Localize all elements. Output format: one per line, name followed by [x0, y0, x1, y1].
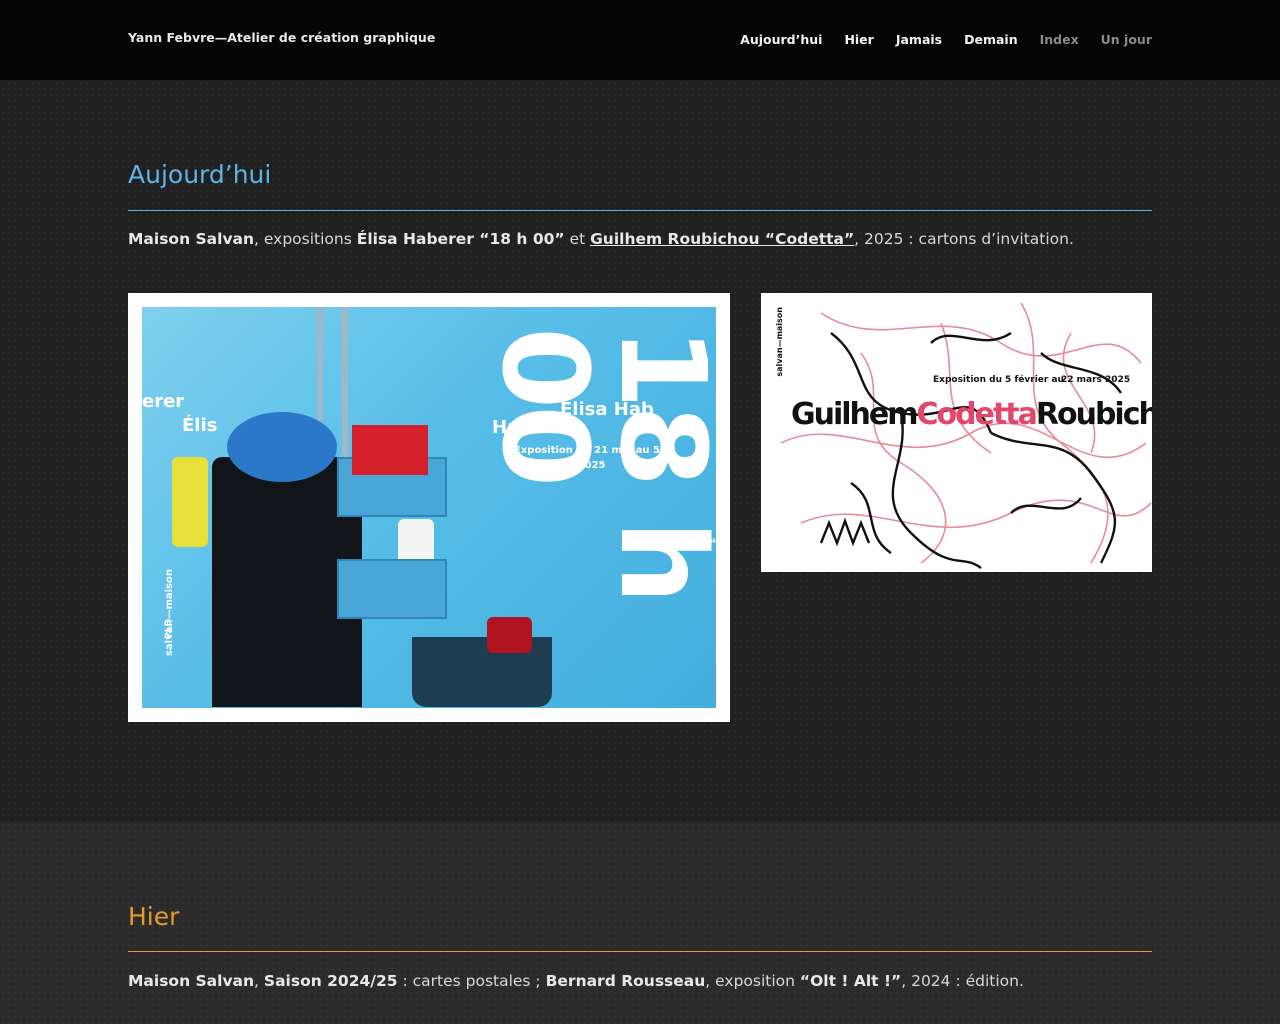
client-name: Maison Salvan [128, 972, 255, 990]
section-today: Aujourd’hui Maison Salvan, expositions É… [0, 80, 1280, 822]
nav-index[interactable]: Index [1040, 32, 1079, 47]
invitation-card-18h00[interactable]: 18 h 00 erer Élis Élisa Hab Haberer Expo… [128, 293, 730, 722]
season-title: Saison 2024/25 [263, 972, 398, 990]
card-date-line: Exposition du 21 mai au 5 [514, 445, 660, 456]
card-expo-label: Exposition du [933, 375, 1002, 385]
card-title-codetta: GuilhemCodettaRoubichou [791, 397, 1152, 432]
card-photo: 18 h 00 erer Élis Élisa Hab Haberer Expo… [142, 307, 716, 708]
desc-text: et [564, 230, 591, 248]
card-date-end: 22 mars 2025 [1061, 375, 1131, 385]
project-description-yesterday: Maison Salvan, Saison 2024/25 : cartes p… [128, 972, 1024, 990]
nav-demain[interactable]: Demain [964, 32, 1018, 47]
desc-text: : cartes postales ; [397, 972, 546, 990]
card-vertical-text: salvan—maison [775, 307, 784, 377]
card-title-part: Codetta [916, 397, 1038, 432]
nav-aujourdhui[interactable]: Aujourd’hui [740, 32, 822, 47]
expo-2-link[interactable]: Guilhem Roubichou “Codetta” [590, 230, 854, 248]
expo-title: “Olt ! Alt !” [799, 972, 902, 990]
card-subtitle-line: Anatomie de [650, 529, 697, 537]
big-title-18h00: 18 h 00 [476, 327, 716, 601]
card-date-line: au 5 juillet 2025 [514, 460, 606, 471]
invitation-card-codetta[interactable]: salvan—maison Exposition du 5 février au… [761, 293, 1152, 572]
desc-text: , expositions [254, 230, 357, 248]
top-bar: Yann Febvre—Atelier de création graphiqu… [0, 0, 1280, 80]
scribble-illustration [780, 302, 1152, 569]
artist-name: Bernard Rousseau [545, 972, 706, 990]
desc-text: , 2025 : cartons d’invitation. [854, 230, 1074, 248]
card-date-start: 5 février au [1005, 375, 1064, 385]
expo-1-title: Élisa Haberer “18 h 00” [356, 230, 565, 248]
card-text: Haberer [492, 417, 575, 438]
card-text: Élis [182, 415, 218, 436]
site-title[interactable]: Yann Febvre—Atelier de création graphiqu… [128, 30, 435, 45]
nav-jamais[interactable]: Jamais [896, 32, 942, 47]
desc-text: , exposition [705, 972, 800, 990]
divider-yesterday [128, 951, 1152, 952]
main-nav: Aujourd’hui Hier Jamais Demain Index Un … [740, 32, 1152, 47]
nav-hier[interactable]: Hier [844, 32, 873, 47]
section-title-yesterday: Hier [128, 902, 180, 931]
nav-un-jour[interactable]: Un jour [1101, 32, 1152, 47]
divider-today [128, 210, 1152, 211]
salvan-logo: salvan—maison [164, 569, 175, 657]
desc-text: , [254, 972, 264, 990]
cart-shelf-bottom [337, 559, 447, 619]
feather-duster [227, 412, 337, 482]
card-text: erer [142, 391, 185, 412]
red-bucket [352, 425, 428, 475]
card-title-part: Roubichou [1035, 397, 1152, 432]
desc-text: , 2024 : édition. [901, 972, 1024, 990]
card-title-part: Guilhem [791, 397, 919, 432]
yellow-gloves [172, 457, 208, 547]
card-subtitle-line: situations invisibles [650, 537, 716, 545]
card-dates: Exposition du 21 mai au 5 au 5 juillet 20… [514, 443, 660, 473]
section-yesterday: Hier Maison Salvan, Saison 2024/25 : car… [0, 822, 1280, 1024]
card-subtitle: Anatomie desituations invisibles [650, 529, 716, 545]
project-description-today: Maison Salvan, expositions Élisa Haberer… [128, 230, 1074, 248]
section-title-today: Aujourd’hui [128, 160, 272, 189]
client-name: Maison Salvan [128, 230, 255, 248]
